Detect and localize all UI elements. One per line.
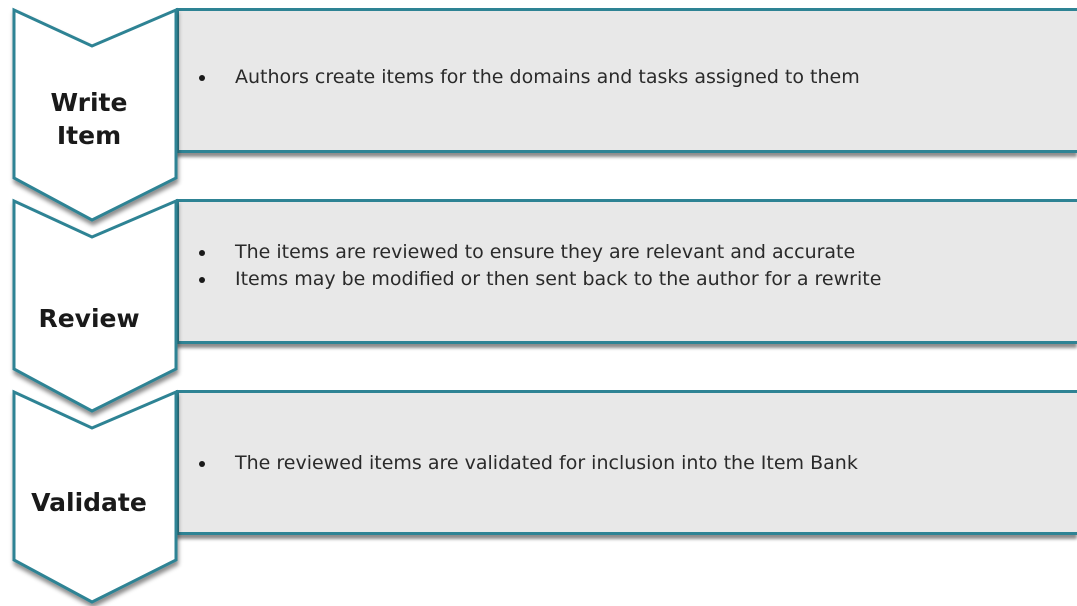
step-title-line: Item: [56, 121, 122, 150]
step-title: Write Item: [14, 86, 164, 152]
bullet-list: Authors create items for the domains and…: [190, 64, 860, 91]
step-write-item: Write Item Authors create items for the …: [0, 7, 1077, 223]
bullet-list: The items are reviewed to ensure they ar…: [190, 239, 881, 293]
bullet-item: The reviewed items are validated for inc…: [190, 450, 858, 477]
bullet-item: Items may be modified or then sent back …: [190, 266, 881, 293]
process-diagram: Write Item Authors create items for the …: [0, 0, 1077, 606]
step-title: Review: [14, 302, 164, 335]
bullet-list: The reviewed items are validated for inc…: [190, 450, 858, 477]
bullet-item: The items are reviewed to ensure they ar…: [190, 239, 881, 266]
step-title-line: Validate: [31, 488, 147, 517]
step-validate: Validate The reviewed items are validate…: [0, 389, 1077, 605]
step-review: Review The items are reviewed to ensure …: [0, 198, 1077, 414]
bullet-item: Authors create items for the domains and…: [190, 64, 860, 91]
step-title-line: Write: [50, 88, 128, 117]
step-title: Validate: [14, 486, 164, 519]
step-title-line: Review: [38, 304, 140, 333]
